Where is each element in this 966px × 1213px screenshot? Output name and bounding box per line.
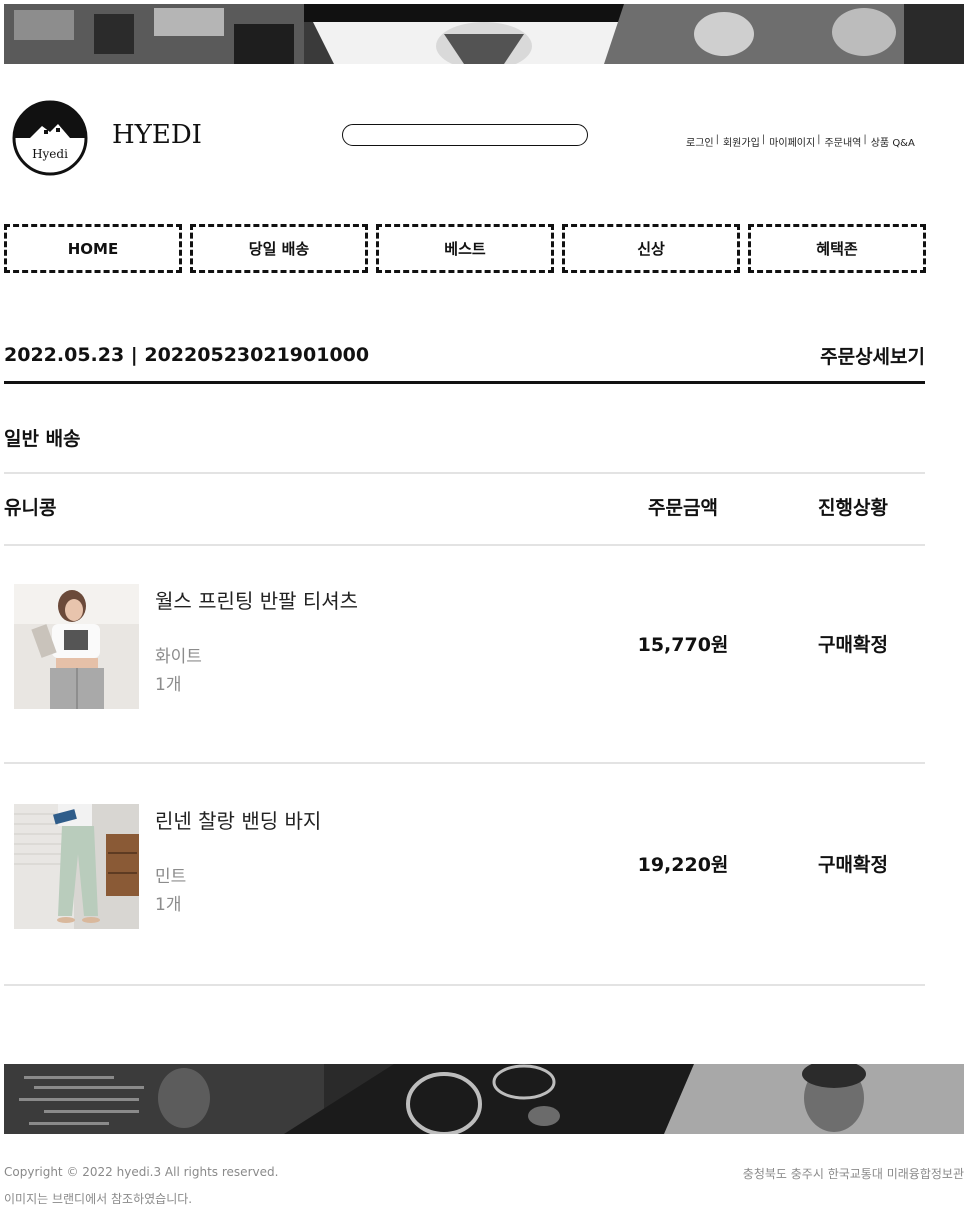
signup-link[interactable]: 회원가입 <box>723 134 760 149</box>
divider <box>4 762 925 764</box>
separator: | <box>761 134 766 145</box>
nav-benefits[interactable]: 혜택존 <box>748 224 926 273</box>
store-name[interactable]: 유니콩 <box>4 493 56 520</box>
product-name[interactable]: 린넨 찰랑 밴딩 바지 <box>155 805 321 834</box>
product-image-pants[interactable] <box>14 804 139 929</box>
order-date-number: 2022.05.23 | 20220523021901000 <box>4 344 370 366</box>
product-quantity: 1개 <box>155 675 182 695</box>
mypage-link[interactable]: 마이페이지 <box>769 134 815 149</box>
divider <box>4 984 925 986</box>
order-header: 2022.05.23 | 20220523021901000 주문상세보기 <box>4 344 925 384</box>
product-quantity: 1개 <box>155 895 182 915</box>
copyright-text: Copyright © 2022 hyedi.3 All rights rese… <box>4 1165 279 1179</box>
nav-same-day-delivery[interactable]: 당일 배송 <box>190 224 368 273</box>
utility-links: 로그인 | 회원가입 | 마이페이지 | 주문내역 | 상품 Q&A <box>686 134 964 149</box>
divider <box>4 544 925 546</box>
separator: | <box>715 134 719 145</box>
separator: | <box>817 134 821 145</box>
nav-best[interactable]: 베스트 <box>376 224 554 273</box>
brand-logo[interactable]: Hyedi <box>12 100 88 176</box>
nav-new[interactable]: 신상 <box>562 224 740 273</box>
order-detail-link[interactable]: 주문상세보기 <box>820 342 925 369</box>
status-column-header: 진행상황 <box>818 497 888 519</box>
order-history-link[interactable]: 주문내역 <box>825 134 862 149</box>
image-credit-note: 이미지는 브랜디에서 참조하였습니다. <box>4 1192 193 1206</box>
login-link[interactable]: 로그인 <box>686 134 714 149</box>
top-banner-image <box>4 4 964 64</box>
separator: | <box>863 134 867 145</box>
product-name[interactable]: 월스 프린팅 반팔 티셔츠 <box>155 585 358 614</box>
search-input[interactable] <box>342 124 588 146</box>
order-status: 구매확정 <box>818 854 888 876</box>
product-option: 화이트 <box>155 647 202 667</box>
divider <box>4 472 925 474</box>
address-text: 충청북도 충주시 한국교통대 미래융합정보관 <box>742 1167 964 1181</box>
bottom-banner-image <box>4 1064 964 1134</box>
nav-home[interactable]: HOME <box>4 224 182 273</box>
delivery-type-title: 일반 배송 <box>4 428 81 450</box>
logo-text: Hyedi <box>32 147 68 161</box>
brand-name[interactable]: HYEDI <box>112 120 202 150</box>
product-image-tshirt[interactable] <box>14 584 139 709</box>
amount-column-header: 주문금액 <box>648 497 718 519</box>
product-price: 15,770원 <box>637 634 729 656</box>
product-qa-link[interactable]: 상품 Q&A <box>871 134 915 149</box>
product-option: 민트 <box>155 867 187 887</box>
order-status: 구매확정 <box>818 634 888 656</box>
product-price: 19,220원 <box>637 854 729 876</box>
